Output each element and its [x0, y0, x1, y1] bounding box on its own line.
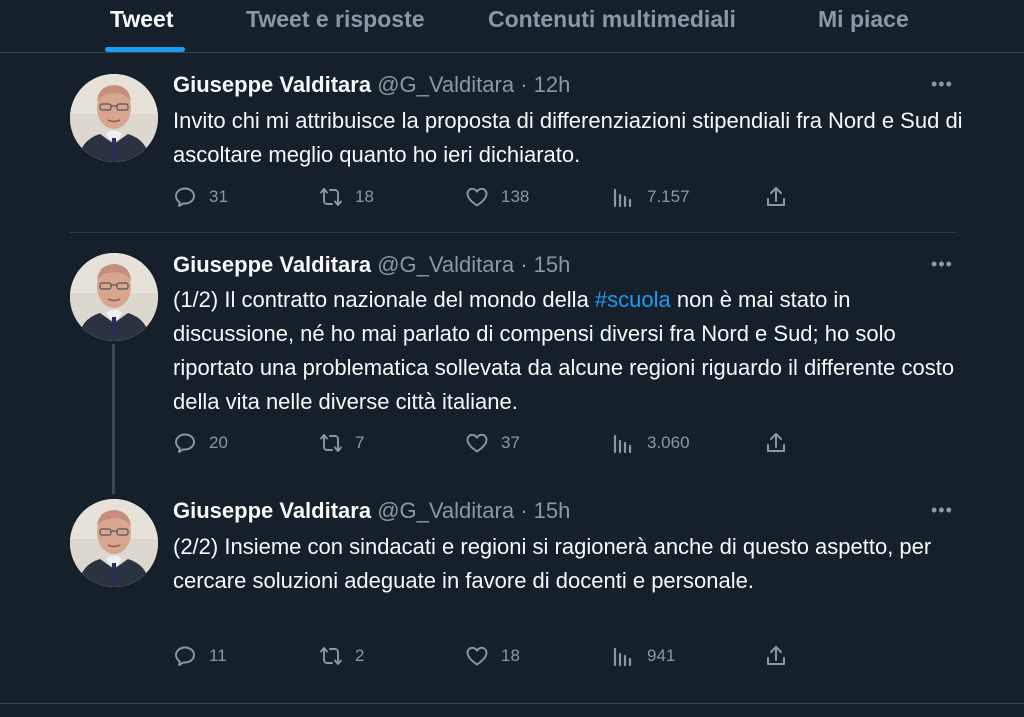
avatar[interactable]	[70, 499, 158, 587]
author-handle[interactable]: @G_Valditara	[377, 498, 514, 523]
retweet-icon	[319, 185, 343, 209]
share-icon	[764, 185, 788, 209]
share-icon	[764, 644, 788, 668]
separator-dot: ·	[520, 72, 528, 97]
heart-icon	[465, 644, 489, 668]
tweet-text-part: (1/2) Il contratto nazionale del mondo d…	[173, 287, 595, 312]
retweet-icon	[319, 644, 343, 668]
separator-dot: ·	[520, 498, 528, 523]
active-tab-indicator	[105, 47, 185, 52]
separator-dot: ·	[520, 252, 528, 277]
share-icon	[764, 431, 788, 455]
tweet-header: Giuseppe Valditara @G_Valditara · 15h	[173, 252, 570, 278]
views-chart-icon	[611, 431, 635, 455]
retweet-count: 18	[355, 187, 374, 206]
tweet-header: Giuseppe Valditara @G_Valditara · 12h	[173, 72, 570, 98]
heart-icon	[465, 185, 489, 209]
tweet-time[interactable]: 15h	[534, 252, 571, 277]
avatar[interactable]	[70, 253, 158, 341]
bottom-divider	[0, 703, 1024, 704]
like-count: 18	[501, 646, 520, 665]
tweet-text: Invito chi mi attribuisce la proposta di…	[173, 108, 963, 167]
thread-connector-line	[112, 344, 115, 494]
heart-icon	[465, 431, 489, 455]
retweet-count: 7	[355, 433, 365, 452]
tab-contenuti-multimediali[interactable]: Contenuti multimediali	[488, 6, 736, 33]
author-name[interactable]: Giuseppe Valditara	[173, 72, 371, 97]
more-options-icon[interactable]: •••	[931, 500, 953, 521]
avatar[interactable]	[70, 74, 158, 162]
reply-icon	[173, 185, 197, 209]
reply-icon	[173, 431, 197, 455]
views-count: 7.157	[647, 187, 690, 206]
tweet-text: (1/2) Il contratto nazionale del mondo d…	[173, 283, 963, 419]
tweet-text: (2/2) Insieme con sindacati e regioni si…	[173, 534, 932, 593]
reply-icon	[173, 644, 197, 668]
author-handle[interactable]: @G_Valditara	[377, 72, 514, 97]
tab-mi-piace[interactable]: Mi piace	[818, 6, 909, 33]
retweet-count: 2	[355, 646, 365, 665]
tweet-time[interactable]: 12h	[534, 72, 571, 97]
profile-tabs: Tweet Tweet e risposte Contenuti multime…	[0, 0, 1024, 53]
like-count: 138	[501, 187, 530, 206]
views-count: 3.060	[647, 433, 690, 452]
views-chart-icon	[611, 644, 635, 668]
reply-count: 31	[209, 187, 228, 206]
views-count: 941	[647, 646, 676, 665]
tab-tweet-e-risposte[interactable]: Tweet e risposte	[246, 6, 425, 33]
author-name[interactable]: Giuseppe Valditara	[173, 252, 371, 277]
author-handle[interactable]: @G_Valditara	[377, 252, 514, 277]
like-count: 37	[501, 433, 520, 452]
retweet-icon	[319, 431, 343, 455]
hashtag-link[interactable]: #scuola	[595, 287, 671, 312]
reply-count: 20	[209, 433, 228, 452]
tab-tweet[interactable]: Tweet	[110, 6, 173, 33]
views-chart-icon	[611, 185, 635, 209]
tweet-time[interactable]: 15h	[534, 498, 571, 523]
author-name[interactable]: Giuseppe Valditara	[173, 498, 371, 523]
more-options-icon[interactable]: •••	[931, 74, 953, 95]
tweet-header: Giuseppe Valditara @G_Valditara · 15h	[173, 498, 570, 524]
reply-count: 11	[209, 646, 227, 665]
more-options-icon[interactable]: •••	[931, 254, 953, 275]
tweet-divider	[70, 232, 957, 233]
